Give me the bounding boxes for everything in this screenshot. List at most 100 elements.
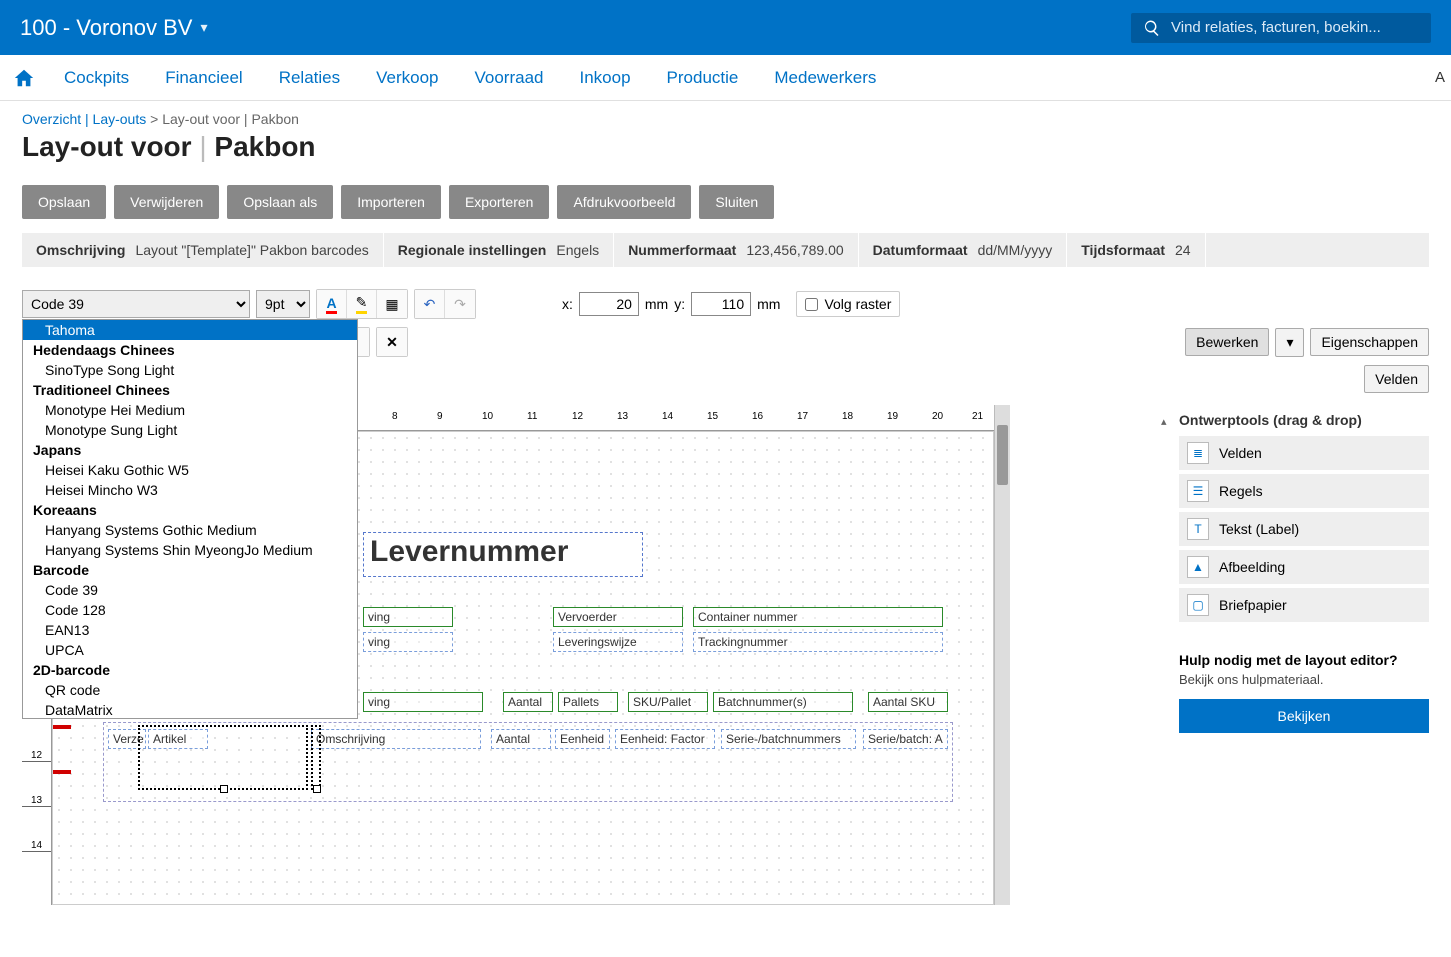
font-select[interactable]: Code 39	[22, 290, 250, 318]
text-color-icon: A	[326, 295, 336, 314]
nav-verkoop[interactable]: Verkoop	[362, 68, 452, 88]
field-box[interactable]: Aantal	[503, 692, 553, 712]
field-box[interactable]: Trackingnummer	[693, 632, 943, 652]
font-dropdown[interactable]: Tahoma Hedendaags Chinees SinoType Song …	[22, 319, 358, 719]
export-button[interactable]: Exporteren	[449, 185, 549, 219]
tool-briefpapier[interactable]: ▢Briefpapier	[1179, 588, 1429, 622]
undo-button[interactable]: ↶	[415, 290, 445, 318]
field-box[interactable]: Leveringswijze	[553, 632, 683, 652]
font-option[interactable]: Hanyang Systems Gothic Medium	[23, 520, 357, 540]
meta-bar: OmschrijvingLayout "[Template]" Pakbon b…	[22, 233, 1429, 267]
home-icon	[13, 67, 35, 89]
nav-voorraad[interactable]: Voorraad	[461, 68, 558, 88]
field-levernummer[interactable]: Levernummer	[363, 532, 643, 577]
font-option[interactable]: Code 39	[23, 580, 357, 600]
field-box[interactable]: Vervoerder	[553, 607, 683, 627]
image-icon: ▲	[1187, 556, 1209, 578]
selection-frame[interactable]	[138, 725, 308, 790]
search-placeholder: Vind relaties, facturen, boekin...	[1171, 19, 1381, 36]
fields-icon: ≣	[1187, 442, 1209, 464]
follow-grid-checkbox[interactable]	[805, 298, 818, 311]
collapse-icon[interactable]: ▴	[1161, 415, 1167, 428]
tool-afbeelding[interactable]: ▲Afbeelding	[1179, 550, 1429, 584]
field-box[interactable]: Container nummer	[693, 607, 943, 627]
import-button[interactable]: Importeren	[341, 185, 441, 219]
font-option[interactable]: Code 128	[23, 600, 357, 620]
right-panel: ▴ Ontwerptools (drag & drop) ≣Velden ☰Re…	[1159, 267, 1429, 905]
nav-cockpits[interactable]: Cockpits	[50, 68, 143, 88]
tool-velden[interactable]: ≣Velden	[1179, 436, 1429, 470]
company-switcher[interactable]: 100 - Voronov BV ▾	[20, 15, 207, 41]
font-option[interactable]: QR code	[23, 680, 357, 700]
font-option-selected[interactable]: Tahoma	[23, 320, 357, 340]
x-input[interactable]	[579, 292, 639, 316]
save-as-button[interactable]: Opslaan als	[227, 185, 333, 219]
global-search[interactable]: Vind relaties, facturen, boekin...	[1131, 13, 1431, 43]
help-box: Hulp nodig met de layout editor? Bekijk …	[1179, 652, 1429, 733]
help-view-button[interactable]: Bekijken	[1179, 699, 1429, 733]
breadcrumb-tail: Lay-out voor | Pakbon	[162, 111, 299, 127]
font-option[interactable]: EAN13	[23, 620, 357, 640]
delete-button[interactable]: Verwijderen	[114, 185, 219, 219]
field-box[interactable]: Batchnummer(s)	[713, 692, 853, 712]
highlight-button[interactable]: ✎	[347, 290, 377, 318]
stationery-icon: ▢	[1187, 594, 1209, 616]
font-option[interactable]: Heisei Mincho W3	[23, 480, 357, 500]
close-icon: ✕	[386, 334, 398, 351]
highlight-icon: ✎	[356, 294, 368, 314]
field-box[interactable]: ving	[363, 692, 483, 712]
x-label: x:	[562, 296, 573, 312]
canvas-scrollbar[interactable]	[994, 405, 1010, 905]
resize-handle[interactable]	[313, 785, 321, 793]
nav-financieel[interactable]: Financieel	[151, 68, 257, 88]
nav-productie[interactable]: Productie	[653, 68, 753, 88]
font-option[interactable]: Monotype Hei Medium	[23, 400, 357, 420]
follow-grid-toggle[interactable]: Volg raster	[796, 291, 900, 317]
redo-button[interactable]: ↷	[445, 290, 475, 318]
page-title: Lay-out voor | Pakbon	[22, 131, 1429, 163]
field-box[interactable]: Aantal SKU	[868, 692, 948, 712]
font-option[interactable]: DataMatrix	[23, 700, 357, 720]
nav-right-letter: A	[1435, 69, 1445, 86]
field-box[interactable]: Pallets	[558, 692, 618, 712]
search-icon	[1143, 19, 1161, 37]
text-icon: T	[1187, 518, 1209, 540]
lines-icon: ☰	[1187, 480, 1209, 502]
redo-icon: ↷	[454, 296, 466, 313]
company-title: 100 - Voronov BV	[20, 15, 192, 41]
field-box[interactable]: ving	[363, 632, 453, 652]
resize-handle[interactable]	[220, 785, 228, 793]
main-nav: Cockpits Financieel Relaties Verkoop Voo…	[0, 55, 1451, 101]
preview-button[interactable]: Afdrukvoorbeeld	[557, 185, 691, 219]
delete-element-button[interactable]: ✕	[377, 328, 407, 356]
size-select[interactable]: 9pt	[256, 290, 310, 318]
field-box[interactable]: ving	[363, 607, 453, 627]
y-input[interactable]	[691, 292, 751, 316]
tools-title: Ontwerptools (drag & drop)	[1179, 412, 1429, 428]
guide-mark	[53, 770, 71, 774]
action-bar: Opslaan Verwijderen Opslaan als Importer…	[22, 185, 1429, 219]
home-link[interactable]	[6, 67, 42, 89]
nav-inkoop[interactable]: Inkoop	[566, 68, 645, 88]
font-option[interactable]: UPCA	[23, 640, 357, 660]
border-button[interactable]: ▦	[377, 290, 407, 318]
font-option[interactable]: Heisei Kaku Gothic W5	[23, 460, 357, 480]
save-button[interactable]: Opslaan	[22, 185, 106, 219]
font-option[interactable]: SinoType Song Light	[23, 360, 357, 380]
nav-medewerkers[interactable]: Medewerkers	[760, 68, 890, 88]
breadcrumb-link[interactable]: Overzicht | Lay-outs	[22, 111, 146, 127]
font-option[interactable]: Monotype Sung Light	[23, 420, 357, 440]
chevron-down-icon: ▾	[200, 19, 207, 36]
selection-frame-2[interactable]	[311, 725, 321, 790]
font-option[interactable]: Hanyang Systems Shin MyeongJo Medium	[23, 540, 357, 560]
text-color-button[interactable]: A	[317, 290, 347, 318]
field-box[interactable]: SKU/Pallet	[628, 692, 708, 712]
close-button[interactable]: Sluiten	[699, 185, 774, 219]
y-label: y:	[674, 296, 685, 312]
scrollbar-thumb[interactable]	[997, 425, 1008, 485]
nav-relaties[interactable]: Relaties	[265, 68, 354, 88]
tool-regels[interactable]: ☰Regels	[1179, 474, 1429, 508]
breadcrumb: Overzicht | Lay-outs > Lay-out voor | Pa…	[22, 111, 1429, 127]
tool-tekst[interactable]: TTekst (Label)	[1179, 512, 1429, 546]
undo-icon: ↶	[424, 296, 436, 313]
